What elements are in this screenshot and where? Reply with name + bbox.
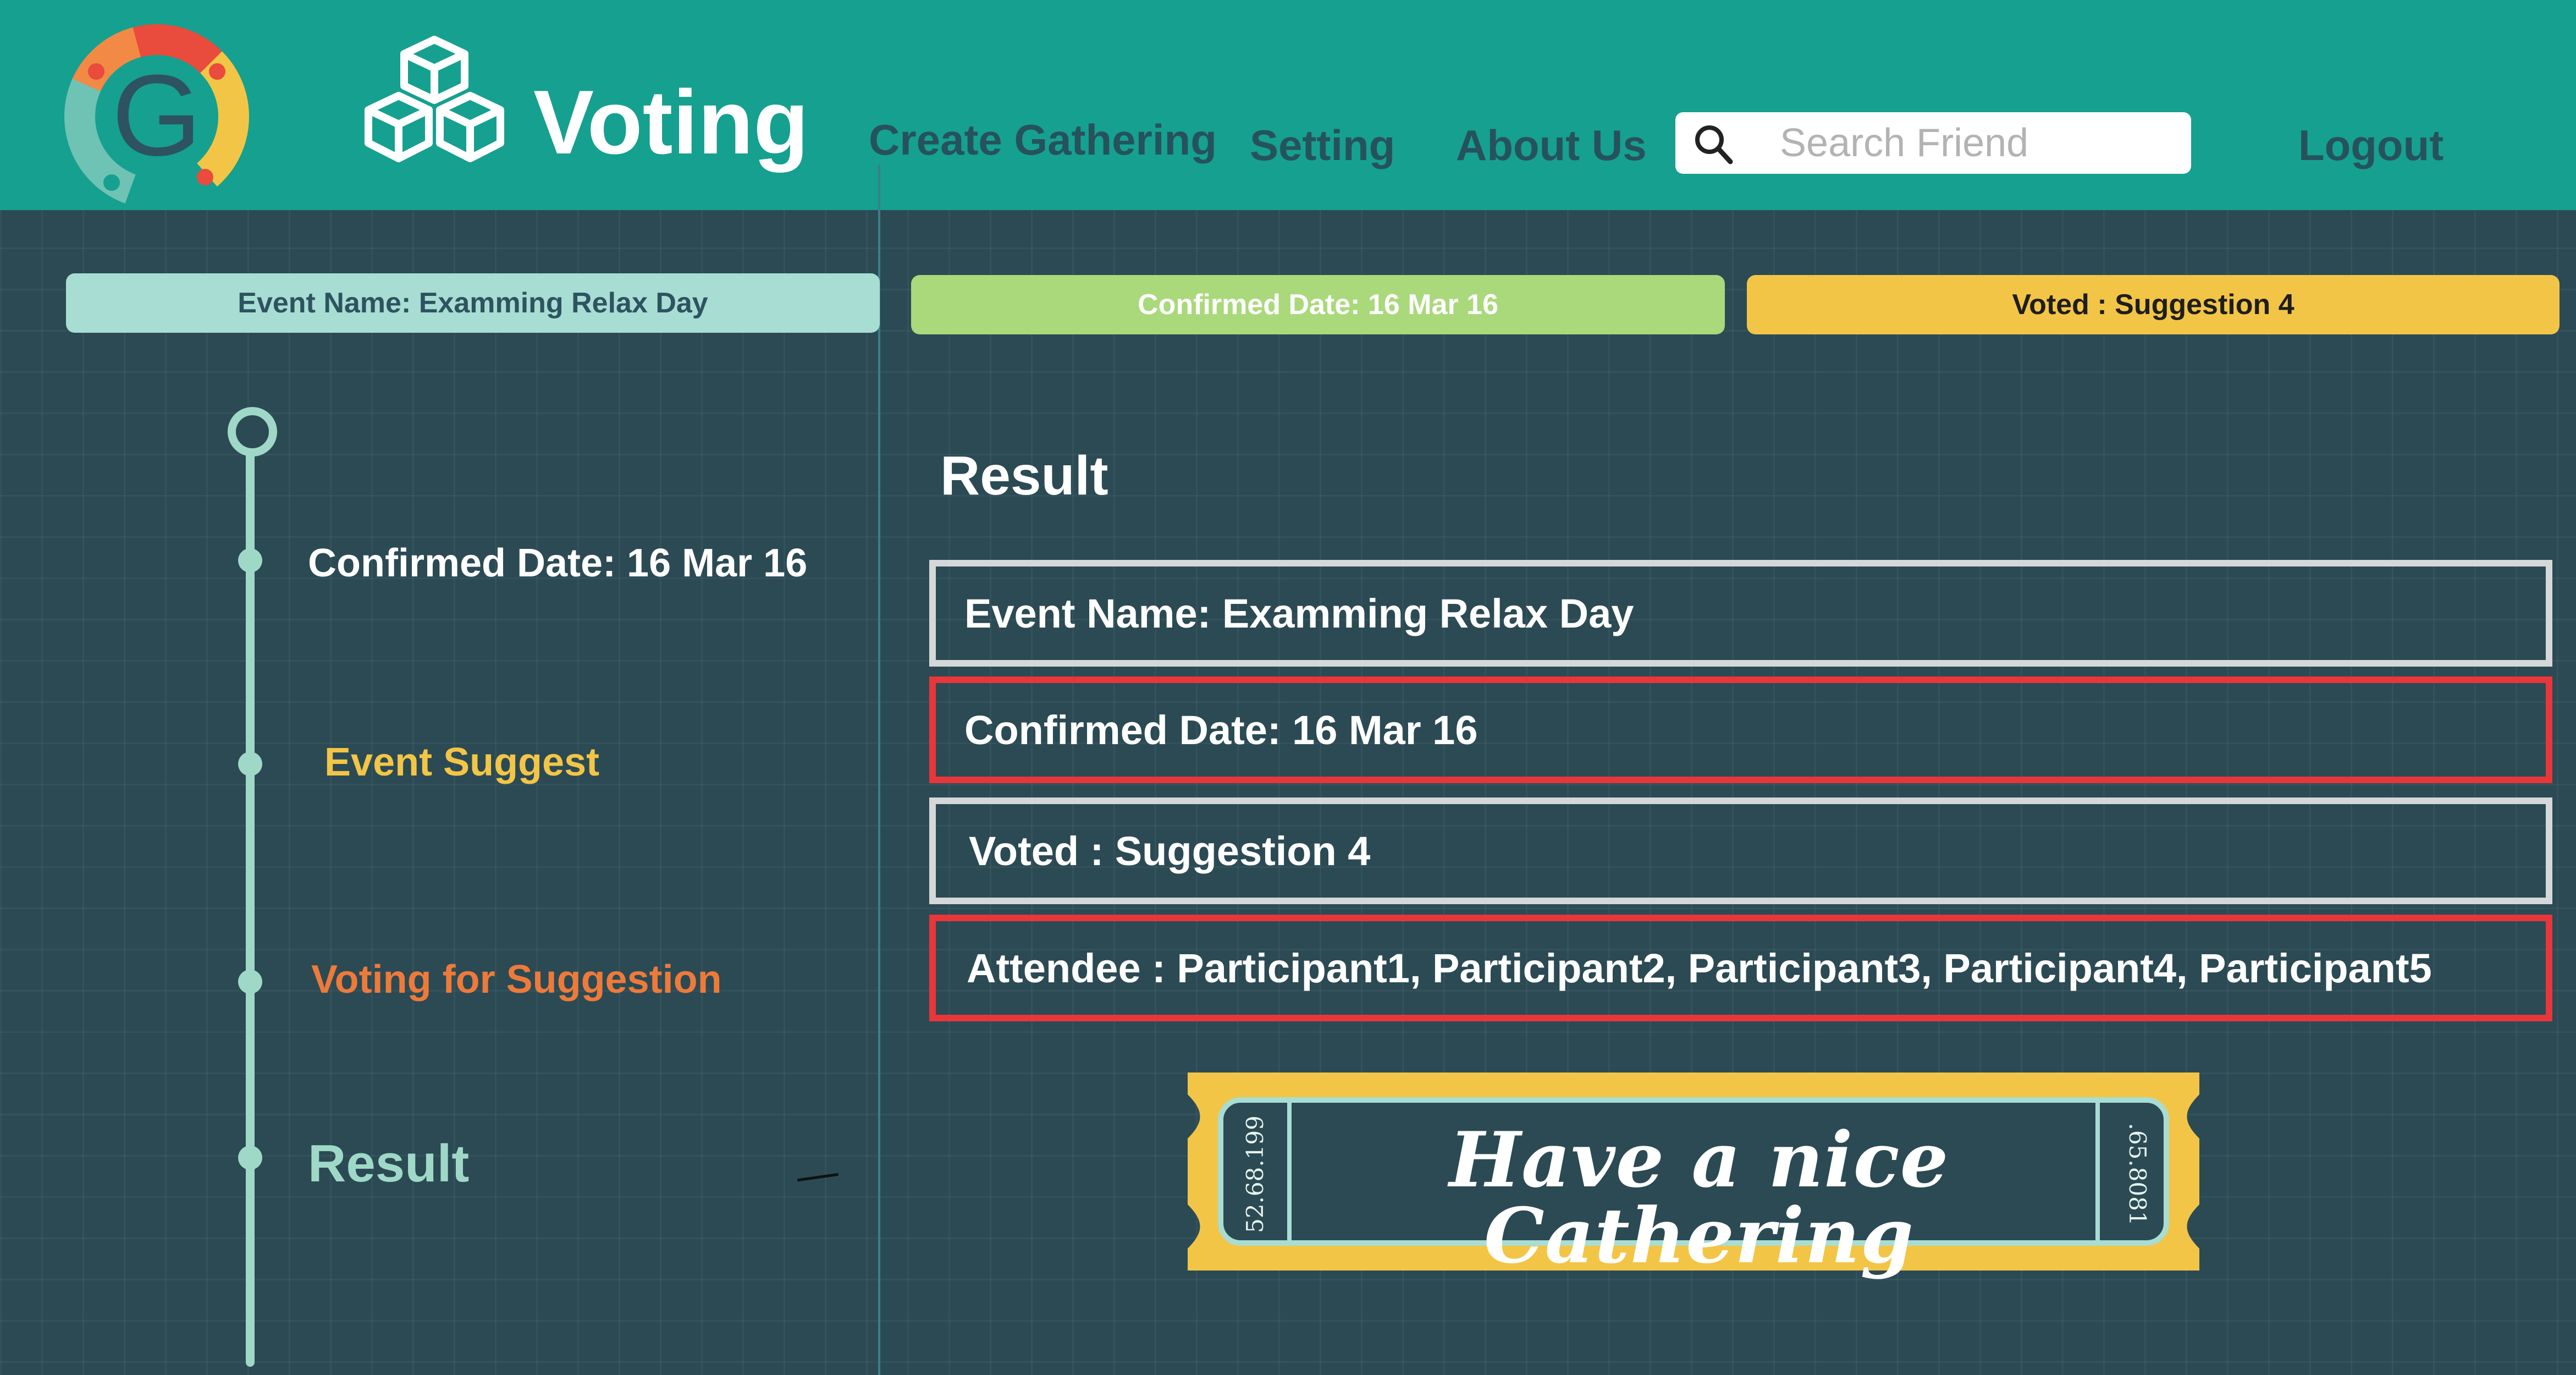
voted-badge-text: Voted : Suggestion 4 [2012,289,2294,321]
timeline-line [246,446,255,1367]
result-event-name-box: Event Name: Examming Relax Day [929,560,2552,667]
cubes-icon [365,36,504,162]
event-name-badge: Event Name: Examming Relax Day [66,273,880,333]
result-voted-box: Voted : Suggestion 4 [929,798,2552,904]
result-event-name-text: Event Name: Examming Relax Day [964,590,1634,636]
result-attendee-box: Attendee : Participant1, Participant2, P… [929,915,2552,1021]
nav-setting[interactable]: Setting [1250,124,1395,167]
result-confirmed-date-text: Confirmed Date: 16 Mar 16 [964,707,1478,753]
ticket-serial-right: .65.8081 [2124,1123,2151,1225]
nav-create-gathering[interactable]: Create Gathering [869,118,1217,161]
timeline-step-voting-for-suggestion[interactable]: Voting for Suggestion [311,960,722,999]
timeline-start-ring [228,407,277,457]
app-title: Voting [533,72,809,173]
timeline-dot [238,548,262,573]
ticket-message: Have a nice Cathering [1449,1115,1949,1280]
timeline-dot [238,1146,262,1170]
result-voted-text: Voted : Suggestion 4 [969,828,1371,874]
result-attendee-text: Attendee : Participant1, Participant2, P… [967,945,2432,991]
search-input[interactable] [1780,120,2176,166]
svg-text:G: G [112,51,201,180]
timeline-step-event-suggest[interactable]: Event Suggest [324,743,599,782]
ticket-serial-left-text: 52.68.199 [1242,1115,1268,1233]
ticket-serial-left: 52.68.199 [1242,1115,1268,1233]
confirmed-date-badge: Confirmed Date: 16 Mar 16 [911,275,1725,334]
ticket-serial-right-text: .65.8081 [2124,1123,2151,1225]
timeline-dot [238,970,262,994]
search-box[interactable] [1675,112,2191,174]
timeline-step-confirmed-date[interactable]: Confirmed Date: 16 Mar 16 [308,543,807,583]
event-name-badge-text: Event Name: Examming Relax Day [238,287,708,319]
result-title: Result [940,445,1108,507]
timeline-dot [238,752,262,776]
column-divider [878,165,880,1375]
search-icon[interactable] [1692,122,1735,165]
nav-about-us[interactable]: About Us [1456,124,1647,167]
stray-mark [797,1173,839,1182]
voted-badge: Voted : Suggestion 4 [1747,275,2560,334]
header-bar: G Voting Create Gathering Setting About … [0,0,2576,210]
result-confirmed-date-box: Confirmed Date: 16 Mar 16 [929,676,2552,783]
confirmed-date-badge-text: Confirmed Date: 16 Mar 16 [1138,289,1498,321]
logout-button[interactable]: Logout [2298,124,2443,167]
g-ring-logo-icon[interactable]: G [58,18,256,216]
timeline-step-result[interactable]: Result [308,1137,469,1190]
